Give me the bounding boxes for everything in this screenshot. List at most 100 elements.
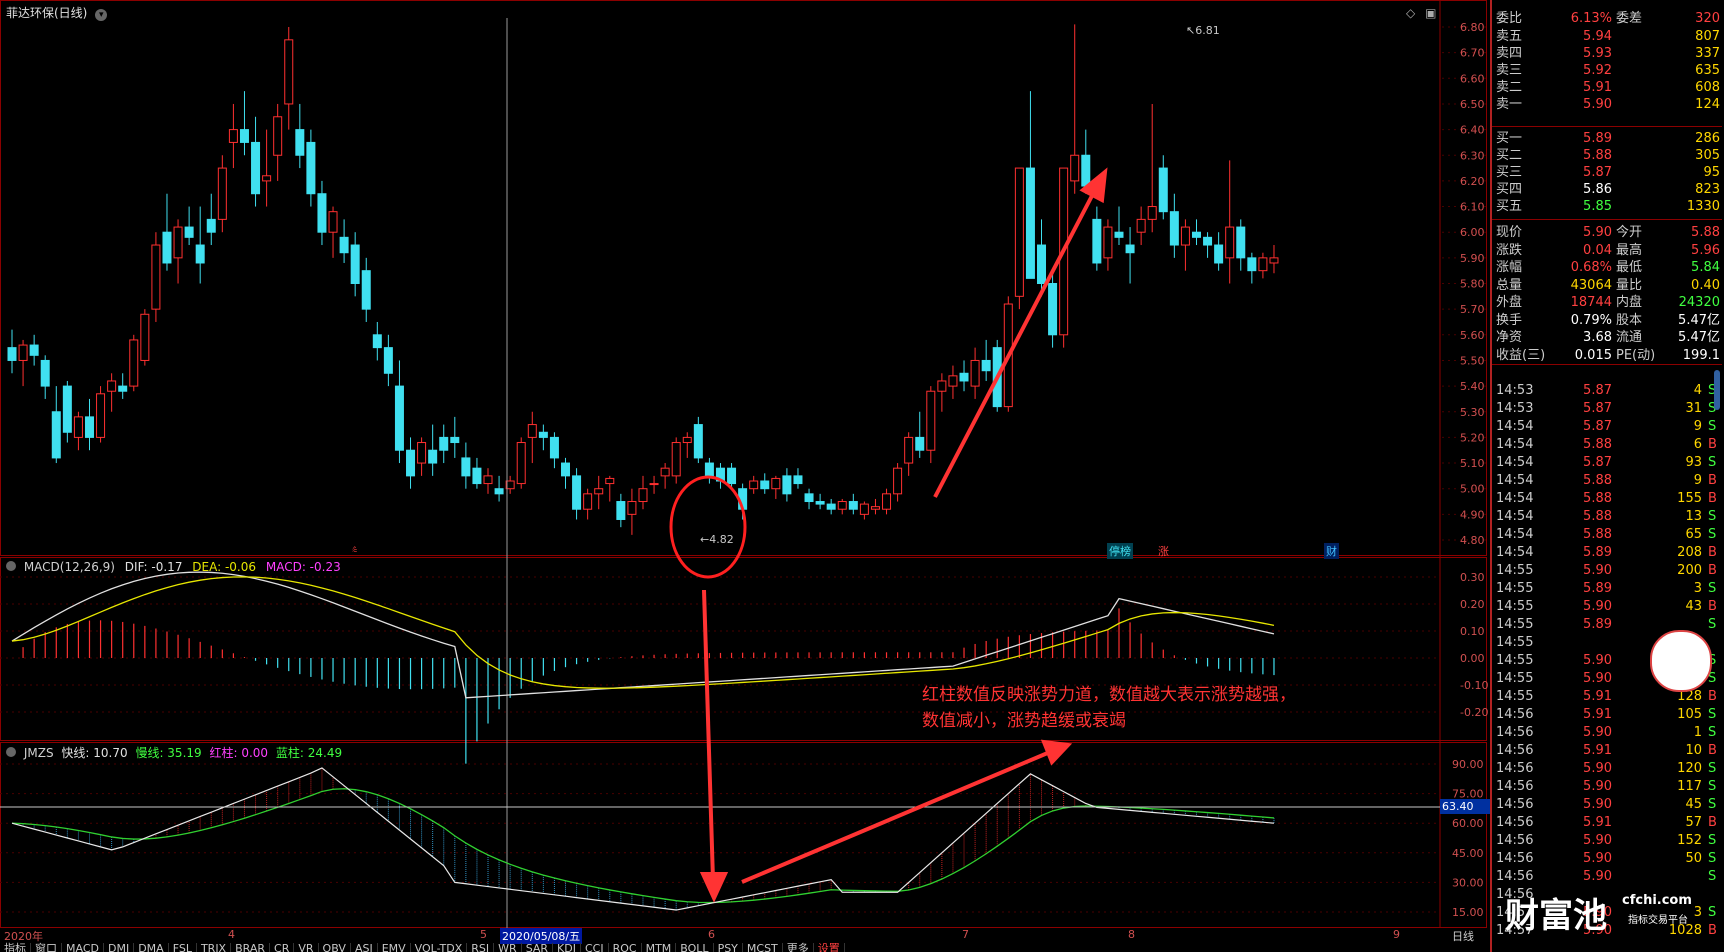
indicator-tab[interactable]: OBV <box>319 943 351 952</box>
candle-body <box>1258 257 1268 272</box>
indicator-tab[interactable]: 更多 <box>783 943 814 952</box>
indicator-tab[interactable]: SAR <box>522 943 554 952</box>
candle-body <box>228 129 238 143</box>
maximize-icon[interactable]: ▣ <box>1425 6 1436 20</box>
indicator-tab[interactable]: VR <box>294 943 319 952</box>
price-axis-label: 6.00 <box>1460 226 1485 239</box>
kline-chart-canvas[interactable]: 6.80 6.70 6.60 6.50 6.40 6.30 6.20 6.10 6.00 5.90… <box>0 0 1490 952</box>
price-axis-label: 6.80 <box>1460 21 1485 34</box>
candle-body <box>859 503 869 515</box>
trade-direction: S <box>1708 869 1717 884</box>
circle-icon[interactable] <box>6 561 16 571</box>
price-axis-label: 5.80 <box>1460 278 1485 291</box>
candle-body <box>727 467 737 485</box>
bid-label: 买四 <box>1496 182 1523 197</box>
candle-body <box>1014 167 1024 297</box>
indicator-tab[interactable]: 设置 <box>814 943 845 952</box>
trade-row: 14:56 5.90 152 S <box>1496 832 1722 850</box>
indicator-tab[interactable]: WR <box>494 943 522 952</box>
candle-body <box>561 462 570 477</box>
price-axis-label: 5.90 <box>1460 252 1485 265</box>
indicator-tab[interactable]: BRAR <box>231 943 271 952</box>
trade-price: 5.89 <box>1583 545 1612 560</box>
candle-body <box>406 449 416 477</box>
candle-body <box>1214 244 1224 264</box>
window-controls: ◇ ▣ <box>1406 6 1436 20</box>
rise-badge[interactable]: 涨 <box>1158 543 1169 559</box>
quote-row: 买五 5.85 1330 <box>1496 198 1722 216</box>
indicator-tab[interactable]: 窗口 <box>31 943 62 952</box>
stat-label: 流通 <box>1616 330 1643 345</box>
chevron-down-icon[interactable]: ▾ <box>95 9 108 21</box>
indicator-tab[interactable]: KDJ <box>553 943 581 952</box>
macd-name: MACD(12,26,9) <box>23 560 115 574</box>
trade-direction: B <box>1708 545 1717 560</box>
indicator-tab[interactable]: EMV <box>378 943 411 952</box>
stock-title[interactable]: 菲达环保(日线) ▾ <box>6 4 108 21</box>
indicator-tab[interactable]: MCST <box>743 943 783 952</box>
indicator-tab[interactable]: MTM <box>642 943 677 952</box>
finance-badge[interactable]: 财 <box>1324 543 1339 559</box>
mascot-icon <box>1650 630 1712 692</box>
chart-area[interactable]: 6.80 6.70 6.60 6.50 6.40 6.30 6.20 6.10 6.00 5.90… <box>0 0 1490 952</box>
indicator-tab[interactable]: 指标 <box>0 943 31 952</box>
weibi-value: 6.13% <box>1570 11 1612 26</box>
candle-body <box>1158 167 1168 213</box>
trade-price: 5.90 <box>1583 797 1612 812</box>
stat-value: 0.79% <box>1570 312 1612 328</box>
quote-row: 现价 5.90 今开 5.88 <box>1496 224 1722 242</box>
circle-icon[interactable] <box>6 747 16 757</box>
candle-body <box>527 424 537 438</box>
candle-body <box>317 193 327 233</box>
price-axis-label: 5.40 <box>1460 380 1485 393</box>
indicator-tab[interactable]: ROC <box>609 943 642 952</box>
stat-value: 5.47亿 <box>1678 330 1720 345</box>
x-label: 6 <box>708 928 715 941</box>
trade-price: 5.89 <box>1583 581 1612 596</box>
candle-body <box>594 488 604 495</box>
trade-direction: B <box>1708 473 1717 488</box>
candle-body <box>605 477 615 485</box>
diamond-icon[interactable]: ◇ <box>1406 6 1415 20</box>
note-line-2: 数值减小，涨势趋缓或衰竭 <box>922 711 1126 731</box>
weici-value: 320 <box>1695 11 1720 26</box>
ask-price: 5.91 <box>1583 80 1612 95</box>
quote-row: 卖三 5.92 635 <box>1496 62 1722 80</box>
candle-body <box>184 226 194 238</box>
bid-price: 5.88 <box>1583 148 1612 163</box>
indicator-tab[interactable]: BOLL <box>676 943 714 952</box>
trade-volume: 1 <box>1693 725 1702 740</box>
ask-price: 5.90 <box>1583 97 1612 112</box>
candle-body <box>1147 206 1157 220</box>
candle-body <box>826 503 836 510</box>
indicator-tab[interactable]: FSL <box>169 943 197 952</box>
trade-price: 5.90 <box>1583 869 1612 884</box>
scrollbar-thumb[interactable] <box>1714 370 1720 410</box>
indicator-tab[interactable]: ASI <box>351 943 378 952</box>
price-axis-label: 6.10 <box>1460 201 1485 214</box>
trade-volume: 155 <box>1677 491 1702 506</box>
candle-body <box>627 501 637 515</box>
jmzs-current-tag: 63.40 <box>1440 799 1490 814</box>
indicator-tab[interactable]: DMA <box>134 943 169 952</box>
watermark-brand: 财富池 <box>1505 896 1607 936</box>
quote-row: 涨跌 0.04 最高 5.96 <box>1496 242 1722 260</box>
limit-badge[interactable]: 停榜 <box>1107 543 1133 559</box>
indicator-tab[interactable]: MACD <box>62 943 104 952</box>
indicator-tab[interactable]: TRIX <box>197 943 232 952</box>
indicator-tab[interactable]: PSY <box>714 943 743 952</box>
indicator-tab[interactable]: RSI <box>467 943 495 952</box>
indicator-tab[interactable]: DMI <box>104 943 135 952</box>
trade-price: 5.90 <box>1583 599 1612 614</box>
candle-body <box>1169 211 1179 246</box>
bid-price: 5.85 <box>1583 199 1612 214</box>
trade-row: 14:56 5.90 117 S <box>1496 778 1722 796</box>
indicator-tab[interactable]: CCI <box>581 943 609 952</box>
trade-price: 5.88 <box>1583 437 1612 452</box>
jmzs-axis-label: 60.00 <box>1452 817 1484 830</box>
indicator-tab[interactable]: VOL-TDX <box>411 943 468 952</box>
indicator-tab[interactable]: CR <box>270 943 295 952</box>
macd-axis-label: -0.20 <box>1460 706 1488 719</box>
trade-price: 5.88 <box>1583 491 1612 506</box>
macd-header: MACD(12,26,9) DIF: -0.17 DEA: -0.06 MACD… <box>6 560 341 574</box>
